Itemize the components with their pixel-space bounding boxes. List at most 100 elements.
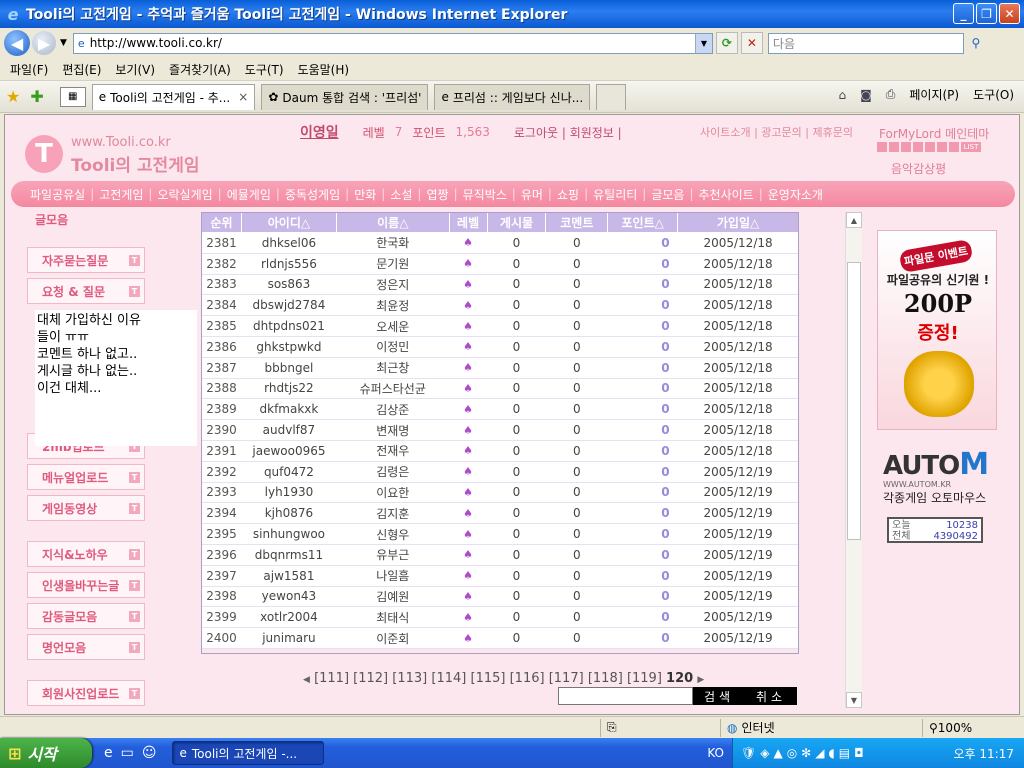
nav-item[interactable]: 쇼핑	[552, 186, 584, 203]
member-id-cell[interactable]: lyh1930	[241, 482, 337, 504]
theme-controls[interactable]: LIST	[877, 142, 981, 152]
back-button[interactable]: ◀	[4, 30, 30, 56]
member-id-cell[interactable]: quf0472	[241, 461, 337, 483]
history-dropdown-icon[interactable]: ▼	[60, 38, 67, 48]
tab-freesum[interactable]: e 프리섬 :: 게임보다 신나...	[434, 83, 591, 110]
member-id-cell[interactable]: kjh0876	[241, 502, 337, 525]
nav-item[interactable]: 추천사이트	[694, 186, 759, 203]
menu-favorites[interactable]: 즐겨찾기(A)	[169, 61, 231, 78]
member-id-cell[interactable]: ghkstpwkd	[241, 336, 337, 358]
add-favorite-icon[interactable]: ✚	[30, 87, 43, 106]
page-link[interactable]: [114]	[431, 671, 466, 686]
member-id-cell[interactable]: dhksel06	[241, 232, 337, 254]
tooli-logo-icon[interactable]: T	[25, 135, 63, 173]
member-id-cell[interactable]: rhdtjs22	[241, 378, 337, 400]
page-link[interactable]: [116]	[510, 671, 545, 686]
menu-file[interactable]: 파일(F)	[10, 61, 48, 78]
tray-icons[interactable]: 🛡◈▲◎✻◢◖▤◘	[741, 746, 868, 760]
left-menu-item[interactable]: 회원사진업로드 T	[27, 680, 145, 706]
left-menu-item[interactable]: 감동글모음 T	[27, 603, 145, 629]
theme-dot-icon[interactable]	[889, 142, 899, 152]
address-bar[interactable]: e http://www.tooli.co.kr/ ▼	[72, 32, 713, 54]
quick-tabs-icon[interactable]: ▦	[59, 86, 86, 107]
theme-list-icon[interactable]: LIST	[961, 142, 981, 152]
site-top-links[interactable]: 사이트소개 | 광고문의 | 제휴문의	[700, 124, 853, 140]
cancel-button[interactable]: 취소	[745, 687, 797, 705]
col-rank[interactable]: 순위	[201, 212, 242, 233]
member-search-input[interactable]	[558, 687, 693, 705]
member-id-cell[interactable]: dhtpdns021	[241, 315, 337, 337]
member-id-cell[interactable]: ajw1581	[241, 565, 337, 587]
col-id[interactable]: 아이디△	[240, 212, 337, 233]
nav-item[interactable]: 소설	[385, 186, 417, 203]
theme-dot-icon[interactable]	[925, 142, 935, 152]
chevron-down-icon[interactable]: ▼	[694, 33, 712, 53]
stop-icon[interactable]: ✕	[740, 32, 763, 54]
col-points[interactable]: 포인트△	[607, 212, 679, 233]
user-name[interactable]: 이영일	[300, 122, 339, 142]
member-id-cell[interactable]: dbswjd2784	[241, 294, 337, 317]
menu-tools[interactable]: 도구(T)	[245, 61, 284, 78]
left-menu-item[interactable]: 게임동영상 T	[27, 495, 145, 521]
music-review-link[interactable]: 음악감상평	[891, 160, 946, 177]
new-tab-button[interactable]	[596, 83, 627, 110]
messenger-icon[interactable]: ☺	[142, 745, 157, 761]
member-id-cell[interactable]: sinhungwoo	[241, 523, 337, 545]
member-id-cell[interactable]: xotlr2004	[241, 606, 337, 629]
col-name[interactable]: 이름△	[335, 212, 450, 233]
search-input[interactable]: 다음	[767, 32, 964, 54]
theme-dot-icon[interactable]	[949, 142, 959, 152]
account-links[interactable]: 로그아웃 | 회원정보 |	[514, 124, 622, 141]
page-link[interactable]: [119]	[627, 671, 662, 686]
favorites-star-icon[interactable]: ★	[6, 87, 20, 106]
left-menu-item[interactable]: 명언모음 T	[27, 634, 145, 660]
left-menu-item[interactable]: 인생을바꾸는글 T	[27, 572, 145, 598]
page-link[interactable]: [111]	[314, 671, 349, 686]
logo-name[interactable]: Tooli의 고전게임	[71, 151, 199, 176]
nav-item[interactable]: 중독성게임	[280, 186, 345, 203]
nav-item[interactable]: 오락실게임	[152, 186, 217, 203]
event-banner[interactable]: 파일문 이벤트 파일공유의 신기원 ! 200P 증정!	[877, 230, 997, 430]
page-menu[interactable]: 페이지(P)	[909, 86, 959, 103]
scroll-up-icon[interactable]: ▲	[846, 212, 862, 228]
member-id-cell[interactable]: sos863	[241, 274, 337, 296]
print-icon[interactable]: ⎙	[886, 87, 896, 102]
page-link[interactable]: [112]	[353, 671, 388, 686]
feeds-icon[interactable]: ◙	[860, 88, 872, 102]
prev-page-icon[interactable]: ◀	[303, 675, 310, 685]
search-icon[interactable]: ⚲	[966, 33, 986, 54]
nav-item[interactable]: 고전게임	[94, 186, 148, 203]
inner-scrollbar[interactable]: ▲ ▼	[845, 212, 862, 708]
nav-item[interactable]: 엽짱	[421, 186, 453, 203]
left-menu-item[interactable]: 지식&노하우 T	[27, 541, 145, 567]
taskbar-ie-window[interactable]: e Tooli의 고전게임 -...	[172, 741, 325, 765]
home-icon[interactable]: ⌂	[838, 88, 846, 102]
page-link[interactable]: [118]	[588, 671, 623, 686]
logo-url[interactable]: www.Tooli.co.kr	[71, 135, 171, 150]
member-id-cell[interactable]: bbbngel	[241, 357, 337, 379]
nav-item[interactable]: 운영자소개	[763, 186, 828, 203]
nav-item[interactable]: 유머	[516, 186, 548, 203]
language-indicator[interactable]: KO	[707, 746, 724, 760]
refresh-icon[interactable]: ⟳	[715, 32, 738, 54]
member-id-cell[interactable]: rldnjs556	[241, 253, 337, 275]
page-link[interactable]: [113]	[392, 671, 427, 686]
desktop-icon[interactable]: ▭	[121, 745, 134, 761]
ie-quicklaunch-icon[interactable]: e	[104, 745, 113, 761]
nav-item[interactable]: 에뮬게임	[222, 186, 276, 203]
nav-item[interactable]: 만화	[349, 186, 381, 203]
close-window-button[interactable]: ✕	[999, 3, 1020, 24]
tab-tooli[interactable]: e Tooli의 고전게임 - 추... ×	[91, 83, 256, 110]
theme-dot-icon[interactable]	[913, 142, 923, 152]
col-joined[interactable]: 가입일△	[677, 212, 799, 233]
left-menu-item[interactable]: 자주묻는질문 T	[27, 247, 145, 273]
autom-banner[interactable]: AUTOM WWW.AUTOM.KR 각종게임 오토마우스	[883, 447, 993, 506]
left-menu-item[interactable]: 요청 & 질문 T	[27, 278, 145, 304]
search-button[interactable]: 검색	[693, 687, 745, 705]
theme-dot-icon[interactable]	[877, 142, 887, 152]
menu-view[interactable]: 보기(V)	[115, 61, 155, 78]
scroll-down-icon[interactable]: ▼	[846, 692, 862, 708]
next-page-icon[interactable]: ▶	[697, 675, 704, 685]
menu-help[interactable]: 도움말(H)	[298, 61, 350, 78]
scroll-thumb[interactable]	[847, 262, 861, 540]
